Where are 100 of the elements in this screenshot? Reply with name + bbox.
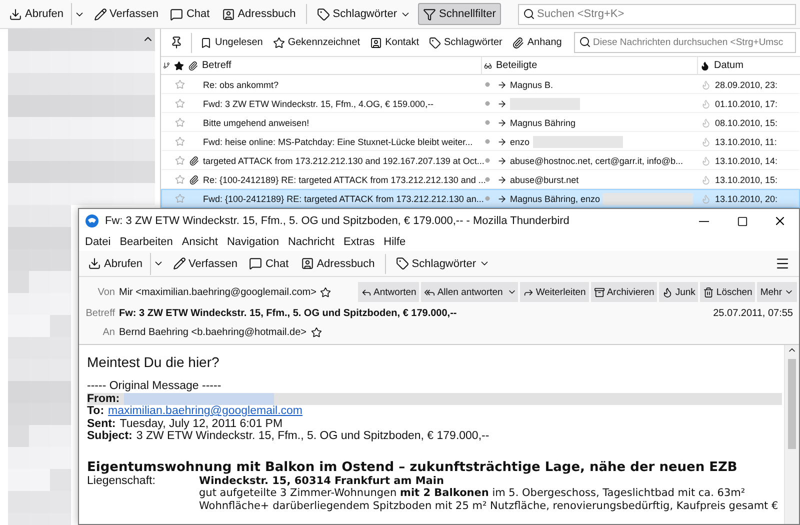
read-dot-icon: [485, 177, 490, 182]
tag-icon: [429, 36, 442, 48]
paperclip-icon: [188, 60, 198, 70]
column-header[interactable]: Datum: [712, 57, 800, 74]
toolbar-button[interactable]: Adressbuch: [216, 3, 301, 25]
subject-text: Re: {100-2412189} RE: targeted ATTACK from 173.212.212.130 and ...: [203, 174, 486, 184]
menu-item[interactable]: Nachricht: [288, 236, 334, 248]
action-button[interactable]: Mehr: [757, 282, 797, 302]
filter-icon: [423, 8, 436, 20]
pin-icon: [170, 36, 183, 49]
contact-card-icon: [222, 8, 235, 20]
toolbar-button[interactable]: Schnellfilter: [418, 3, 501, 25]
action-button[interactable]: Antworten: [358, 282, 420, 302]
subject-text: Fwd: {100-2412189} RE: targeted ATTACK from 173.212.212.130 an...: [203, 194, 484, 204]
toolbar-button[interactable]: Abrufen: [4, 3, 69, 25]
toolbar-button[interactable]: Schlagwörter: [312, 3, 416, 25]
field-label: Liegenschaft:: [87, 474, 156, 488]
menu-item[interactable]: Ansicht: [182, 236, 218, 248]
toolbar-button[interactable]: Adressbuch: [296, 252, 380, 274]
toolbar-button[interactable]: Verfassen: [168, 252, 242, 274]
filter-button[interactable]: Schlagwörter: [424, 32, 508, 54]
filter-button[interactable]: Kontakt: [365, 32, 424, 54]
pencil-icon: [94, 8, 107, 20]
description-text: gut aufgeteilte 3 Zimmer-Wohnungen mit 2 Balkonen im 5. Obergeschoss, Tageslichtbad mit ca. 63m² Wohnfläche+ darüberliegendem Spitzboden mit 25 m² Nutzfläche, renovierungsbedürftig, Kaufpreis gesamt €: [199, 486, 779, 514]
participants-text: enzo: [510, 136, 530, 146]
toolbar-button[interactable]: Verfassen: [88, 3, 164, 25]
toolbar-button[interactable]: Chat: [165, 3, 215, 25]
star-icon: [174, 60, 184, 70]
field-label: To:: [87, 405, 104, 418]
subject-text: Fwd: heise online: MS-Patchday: Eine Stuxnet-Lücke bleibt weiter...: [203, 136, 473, 146]
pencil-icon: [172, 257, 186, 270]
date-text: 25.07.2011, 07:55: [713, 308, 794, 319]
message-row[interactable]: Fwd: {100-2412189} RE: targeted ATTACK from 173.212.212.130 an... Magnus Bähring, enzo 13.10.2010, 20:: [161, 189, 800, 208]
star-icon: [310, 326, 322, 338]
arrow-icon: [497, 174, 507, 184]
read-dot-icon: [485, 196, 490, 201]
app-logo-icon: [85, 214, 99, 228]
menu-item[interactable]: Hilfe: [384, 236, 406, 248]
speech-bubble-icon: [170, 8, 184, 20]
date-text: 13.10.2010, 20:: [715, 194, 778, 204]
field-value: 3 ZW ETW Windeckstr. 15, Ffm., 5. OG und Spitzboden, € 179.000,--: [136, 430, 490, 442]
column-header[interactable]: Betreff: [200, 57, 482, 74]
contact-card-icon: [300, 257, 314, 270]
bookmark-icon: [200, 36, 212, 48]
filter-button[interactable]: Gekennzeichnet: [268, 32, 366, 54]
action-button[interactable]: Junk: [659, 282, 698, 302]
thread-icon: [163, 61, 170, 70]
subject-text: Fwd: 3 ZW ETW Windeckstr. 15, Ffm., 4.OG, € 159.000,--: [203, 98, 434, 108]
field-label: An: [102, 326, 115, 338]
subject-text: Bitte umgehend anweisen!: [203, 118, 310, 128]
trash-icon: [703, 286, 714, 298]
menu-item[interactable]: Extras: [343, 236, 375, 248]
date-text: 01.10.2010, 17:: [715, 98, 778, 108]
filter-button[interactable]: Ungelesen: [195, 32, 268, 54]
field-value: Tuesday, July 12, 2011 6:01 PM: [120, 418, 283, 430]
star-icon: [272, 36, 285, 48]
email-link[interactable]: maximilian.baehring@googlemail.com: [108, 405, 303, 418]
participants-text: Magnus Bähring, enzo: [510, 194, 600, 204]
toolbar-button[interactable]: Schlagwörter: [390, 252, 495, 274]
arrow-icon: [497, 118, 507, 128]
search-field[interactable]: Suchen <Strg+K>: [518, 4, 796, 24]
subject-text: Fw: 3 ZW ETW Windeckstr. 15, Ffm., 5. OG und Spitzboden, € 179.000,--: [119, 308, 457, 319]
action-button[interactable]: Weiterleiten: [520, 282, 589, 302]
tag-icon: [316, 8, 330, 20]
archive-icon: [594, 286, 605, 298]
body-text: Meintest Du die hier?: [87, 354, 220, 370]
sender-text[interactable]: Mir <maximilian.baehring@googlemail.com>: [119, 286, 316, 298]
star-icon: [320, 286, 332, 298]
arrow-icon: [497, 136, 507, 146]
flame-icon: [662, 286, 674, 298]
scrollbar[interactable]: [784, 345, 799, 524]
original-message-text: ----- Original Message -----: [87, 380, 222, 392]
menu-item[interactable]: Bearbeiten: [120, 236, 173, 248]
toolbar-button[interactable]: Chat: [244, 252, 294, 274]
read-dot-icon: [485, 139, 490, 144]
recipient-text[interactable]: Bernd Baehring <b.baehring@hotmail.de>: [119, 326, 306, 338]
action-button[interactable]: Allen antworten: [421, 282, 506, 302]
contact-card-icon: [370, 36, 382, 48]
participants-text: abuse@hostnoc.net, cert@garr.it, info@b...: [510, 156, 683, 166]
menu-item[interactable]: Datei: [85, 236, 111, 248]
address-text: Windeckstr. 15, 60314 Frankfurt am Main: [199, 474, 445, 486]
date-text: 08.10.2010, 15:: [715, 118, 778, 128]
dropdown-button[interactable]: [506, 282, 518, 302]
field-label: Betreff: [84, 308, 115, 319]
close-icon: [773, 214, 787, 228]
arrow-icon: [497, 156, 507, 166]
action-button[interactable]: Löschen: [700, 282, 756, 302]
download-icon: [9, 8, 22, 20]
filter-button[interactable]: Anhang: [507, 32, 567, 54]
column-header[interactable]: Beteiligte: [494, 57, 698, 74]
subject-text: Re: obs ankommt?: [203, 80, 279, 90]
date-text: 13.10.2010, 15:: [715, 174, 778, 184]
toolbar-button[interactable]: Abrufen: [83, 252, 148, 274]
menu-item[interactable]: Navigation: [226, 236, 279, 248]
date-text: 13.10.2010, 14:: [715, 156, 778, 166]
listing-heading: Eigentumswohnung mit Balkon im Ostend – zukunftsträchtige Lage, nähe der neuen EZB: [87, 460, 738, 474]
action-button[interactable]: Archivieren: [590, 282, 658, 302]
search-field[interactable]: Diese Nachrichten durchsuchen <Strg+Umsc: [574, 32, 796, 53]
field-label: Subject:: [87, 430, 132, 442]
read-dot-icon: [485, 101, 490, 106]
